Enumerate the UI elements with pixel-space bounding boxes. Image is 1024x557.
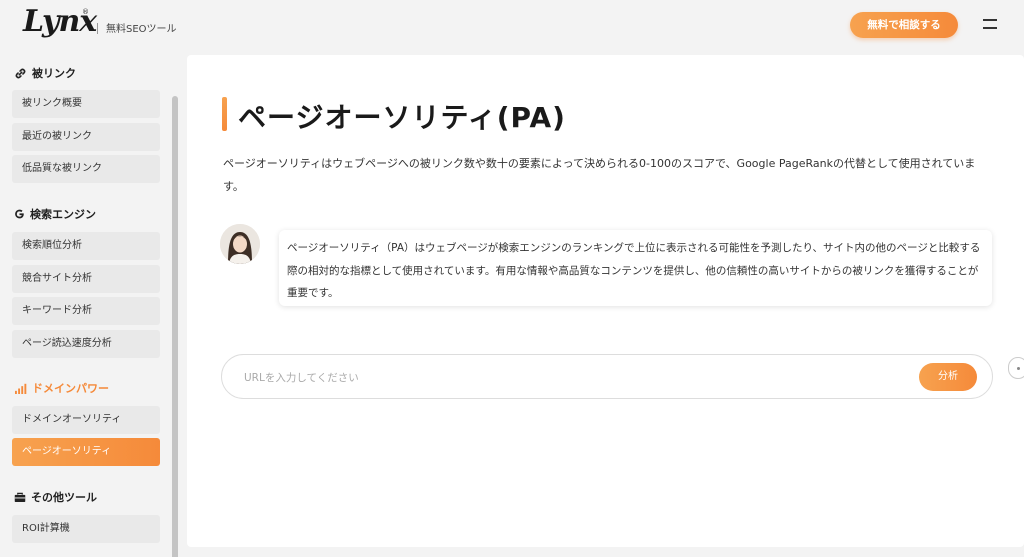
main-panel: ページオーソリティ(PA) ページオーソリティはウェブページへの被リンク数や数十… (187, 55, 1024, 547)
sidebar-section-backlinks: 被リンク (14, 65, 76, 81)
url-input[interactable] (244, 369, 884, 387)
page-description: ページオーソリティはウェブページへの被リンク数や数十の要素によって決められる0-… (223, 157, 976, 193)
signal-bars-icon (15, 383, 27, 394)
toolbox-icon (14, 492, 26, 502)
sidebar-item-ranking-analysis[interactable]: 検索順位分析 (12, 232, 160, 260)
url-search-bar: 分析 (221, 354, 993, 399)
tagline: 無料SEOツール (106, 24, 177, 35)
analyze-button[interactable]: 分析 (919, 363, 977, 391)
sidebar-scrollbar[interactable] (172, 96, 178, 557)
sidebar-item-keyword-analysis[interactable]: キーワード分析 (12, 297, 160, 325)
sidebar-section-title: 被リンク (32, 67, 76, 80)
link-icon (15, 68, 26, 78)
google-g-icon (15, 209, 24, 219)
title-accent-bar (222, 97, 227, 131)
sidebar-section-search-engine: 検索エンジン (14, 206, 96, 222)
logo-divider (97, 23, 98, 34)
sidebar-item-domain-authority[interactable]: ドメインオーソリティ (12, 406, 160, 434)
sidebar-item-backlink-overview[interactable]: 被リンク概要 (12, 90, 160, 118)
sidebar-section-other-tools: その他ツール (14, 489, 97, 505)
registered-mark: ® (82, 8, 89, 16)
advisor-speech-bubble: ページオーソリティ（PA）はウェブページが検索エンジンのランキングで上位に表示さ… (279, 230, 992, 306)
side-drawer-handle[interactable] (1008, 357, 1024, 379)
sidebar-item-low-quality-backlinks[interactable]: 低品質な被リンク (12, 155, 160, 183)
sidebar-section-title: その他ツール (31, 491, 97, 504)
sidebar-section-title: ドメインパワー (32, 382, 109, 395)
sidebar-item-competitor-analysis[interactable]: 競合サイト分析 (12, 265, 160, 293)
sidebar-section-domain-power: ドメインパワー (14, 380, 109, 396)
sidebar: 被リンク 被リンク概要 最近の被リンク 低品質な被リンク 検索エンジン 検索順位… (0, 50, 180, 557)
page-title: ページオーソリティ(PA) (238, 101, 566, 134)
sidebar-item-page-authority[interactable]: ページオーソリティ (12, 438, 160, 466)
sidebar-item-roi-calculator[interactable]: ROI計算機 (12, 515, 160, 543)
handle-dot-icon (1017, 367, 1020, 370)
sidebar-item-recent-backlinks[interactable]: 最近の被リンク (12, 123, 160, 151)
advisor-avatar (220, 224, 260, 264)
sidebar-section-title: 検索エンジン (30, 208, 96, 221)
hamburger-menu-icon[interactable] (983, 19, 997, 29)
free-consultation-button[interactable]: 無料で相談する (850, 12, 958, 38)
top-bar: Lynx ® 無料SEOツール 無料で相談する (0, 0, 1024, 50)
sidebar-item-page-speed-analysis[interactable]: ページ読込速度分析 (12, 330, 160, 358)
